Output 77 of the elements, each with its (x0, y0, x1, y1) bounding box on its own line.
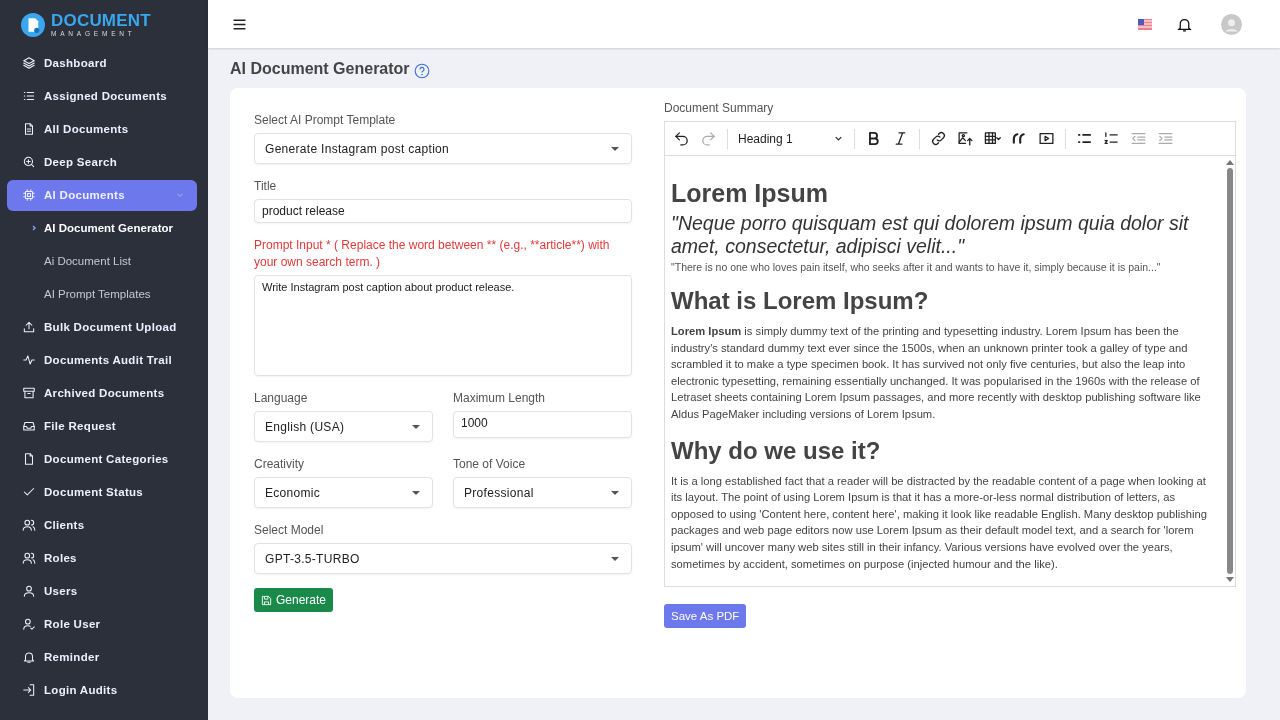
sidebar-item[interactable]: Bulk Document Upload (7, 311, 197, 343)
creativity-select[interactable]: Economic (254, 477, 433, 508)
sidebar-item[interactable]: Role User (7, 608, 197, 640)
table-icon[interactable] (984, 130, 1001, 147)
check-icon (22, 485, 36, 499)
submenu-item[interactable]: AI Prompt Templates (0, 278, 208, 310)
paragraph: It is a long established fact that a reader will be distracted by the readable content of a page when looking at its layout. The point of using Lorem Ipsum is that it has a more-or-less normal distribution of letters, as opposed to using 'Content here, content here', making it look like readable English. Many desktop publishing packages and web page editors now use Lorem Ipsum as their default model text, and a search for 'lorem ipsum' will uncover many web sites still in their infancy. Various versions have evolved over the years, sometimes by accident, sometimes on purpose (injected humour and the like). (671, 473, 1208, 572)
inbox-icon (22, 419, 36, 433)
prompt-textarea[interactable]: Write Instagram post caption about product release. (254, 275, 632, 376)
user-icon (22, 584, 36, 598)
flag-icon[interactable] (1138, 18, 1152, 30)
section-heading: What is Lorem Ipsum? (671, 286, 930, 316)
sidebar-item[interactable]: Assigned Documents (7, 80, 197, 112)
sidebar-item[interactable]: Document Categories (7, 443, 197, 475)
quote-icon[interactable] (1011, 130, 1028, 147)
sidebar-item[interactable]: Dashboard (7, 47, 197, 79)
sidebar-item[interactable]: Documents Audit Trail (7, 344, 197, 376)
sidebar-item[interactable]: Login Audits (7, 674, 197, 706)
field-label: Document Summary (664, 100, 774, 117)
users-icon (22, 551, 36, 565)
sidebar-item[interactable]: Users (7, 575, 197, 607)
heading-dropdown[interactable]: Heading 1 (738, 131, 844, 146)
save-pdf-button[interactable]: Save As PDF (664, 604, 747, 628)
sidebar-item[interactable]: Archived Documents (7, 377, 197, 409)
document-heading: Lorem Ipsum (671, 178, 829, 209)
sidebar-item[interactable]: Roles (7, 542, 197, 574)
pulse-icon (22, 353, 36, 367)
users-icon (22, 518, 36, 532)
sidebar-item[interactable]: Clients (7, 509, 197, 541)
sidebar-item[interactable]: Deep Search (7, 146, 197, 178)
media-icon[interactable] (1038, 130, 1055, 147)
max-length-field[interactable]: 1000 (453, 411, 632, 438)
page-title: AI Document Generator (230, 60, 410, 78)
field-label: Title (254, 178, 278, 195)
list-icon (22, 89, 36, 103)
logo-icon (21, 12, 45, 37)
help-icon[interactable] (413, 62, 430, 79)
quote-caption: "There is no one who loves pain itself, who seeks after it and wants to have it, simply because it is pain..." (671, 261, 1162, 273)
field-label: Maximum Length (453, 390, 547, 407)
chevron-icon (30, 224, 38, 232)
sidebar-item[interactable]: All Documents (7, 113, 197, 145)
model-select[interactable]: GPT-3.5-TURBO (254, 543, 632, 574)
sidebar-item[interactable]: Reminder (7, 641, 197, 673)
field-label: Prompt Input * ( Replace the word between ** (e.g., **article**) with your own search term. ) (254, 237, 611, 271)
title-field[interactable]: product release (254, 199, 632, 223)
image-upload-icon[interactable] (957, 130, 974, 147)
paragraph: Lorem Ipsum is simply dummy text of the printing and typesetting industry. Lorem Ipsum has been the industry's standard dummy text ever since the 1500s, when an unknown printer took a galley of type and scrambled it to make a type specimen book. It has survived not only five centuries, but also the leap into electronic typesetting, remaining essentially unchanged. It was popularised in the 1960s with the release of Letraset sheets containing Lorem Ipsum passages, and more recently with desktop publishing software like Aldus PageMaker including versions of Lorem Ipsum. (671, 324, 1202, 422)
language-select[interactable]: English (USA) (254, 411, 433, 442)
submenu-item[interactable]: AI Document Generator (0, 212, 208, 244)
field-label: Select AI Prompt Template (254, 112, 397, 129)
quote-text: "Neque porro quisquam est qui dolorem ipsum quia dolor sit amet, consectetur, adipisci velit..." (671, 212, 1190, 258)
layers-icon (22, 56, 36, 70)
tone-select[interactable]: Professional (453, 477, 632, 508)
template-select[interactable]: Generate Instagram post caption (254, 133, 632, 164)
upload-icon (22, 320, 36, 334)
file-icon (22, 452, 36, 466)
field-label: Creativity (254, 456, 305, 473)
undo-icon[interactable] (673, 130, 690, 147)
field-label: Tone of Voice (453, 456, 527, 473)
brand-name: DOCUMENT (51, 12, 151, 29)
sidebar-item[interactable]: Document Status (7, 476, 197, 508)
field-label: Language (254, 390, 309, 407)
sidebar-item[interactable]: File Request (7, 410, 197, 442)
chip-icon (22, 188, 36, 202)
section-heading: Why do we use it? (671, 435, 882, 466)
link-icon[interactable] (930, 130, 947, 147)
generate-button[interactable]: Generate (254, 588, 334, 612)
archive-icon (22, 386, 36, 400)
bell-icon (22, 650, 36, 664)
user-check-icon (22, 617, 36, 631)
document-icon (22, 122, 36, 136)
save-icon (261, 594, 272, 606)
zoom-in-icon (22, 155, 36, 169)
numbered-list-icon[interactable] (1103, 130, 1120, 147)
submenu-item[interactable]: Ai Document List (0, 245, 208, 277)
login-icon (22, 683, 36, 697)
field-label: Select Model (254, 522, 325, 539)
